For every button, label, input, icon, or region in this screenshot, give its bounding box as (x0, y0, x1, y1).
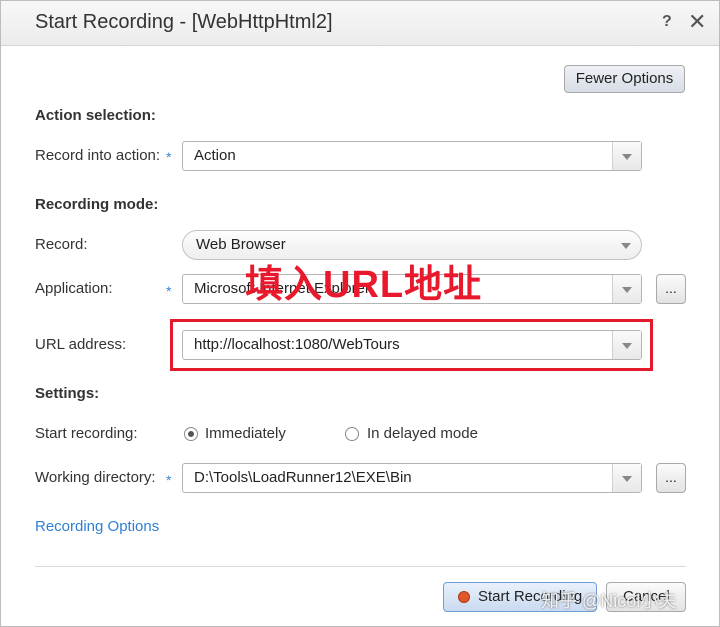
start-recording-label: Start recording: (35, 425, 138, 442)
required-marker: * (166, 149, 172, 165)
close-icon[interactable]: ✕ (688, 9, 706, 35)
divider (35, 566, 686, 567)
record-into-action-combo[interactable]: Action (182, 141, 642, 171)
application-label: Application: (35, 280, 113, 297)
window-title: Start Recording - [WebHttpHtml2] (35, 11, 333, 33)
working-directory-combo[interactable]: D:\Tools\LoadRunner12\EXE\Bin (182, 463, 642, 493)
chevron-down-icon (622, 154, 632, 160)
dropdown-button[interactable] (612, 464, 641, 492)
required-marker: * (166, 472, 172, 488)
record-into-label: Record into action: (35, 147, 161, 164)
record-mode-value: Web Browser (196, 236, 286, 253)
chevron-down-icon (622, 476, 632, 482)
dropdown-button[interactable] (612, 142, 641, 170)
recording-options-link[interactable]: Recording Options (35, 518, 159, 535)
action-selection-heading: Action selection: (35, 107, 156, 124)
record-label: Record: (35, 236, 88, 253)
required-marker: * (166, 283, 172, 299)
fewer-options-button[interactable]: Fewer Options (564, 65, 685, 93)
delayed-mode-label[interactable]: In delayed mode (367, 425, 478, 442)
record-icon (458, 591, 470, 603)
delayed-mode-radio[interactable] (345, 427, 359, 441)
radio-selected-dot (188, 431, 194, 437)
record-into-value: Action (194, 147, 236, 164)
help-icon[interactable]: ? (662, 13, 672, 31)
title-bar: Start Recording - [WebHttpHtml2] ? ✕ (1, 1, 719, 46)
dropdown-button[interactable] (612, 275, 641, 303)
watermark: 知乎 @Nicol小夫 (541, 591, 677, 611)
annotation-text: 填入URL地址 (245, 264, 483, 306)
immediately-radio[interactable] (184, 427, 198, 441)
working-directory-label: Working directory: (35, 469, 156, 486)
chevron-down-icon (622, 287, 632, 293)
working-directory-browse-button[interactable]: ... (656, 463, 686, 493)
start-recording-dialog: Start Recording - [WebHttpHtml2] ? ✕ Few… (0, 0, 720, 627)
settings-heading: Settings: (35, 385, 100, 402)
immediately-label[interactable]: Immediately (205, 425, 286, 442)
application-browse-button[interactable]: ... (656, 274, 686, 304)
chevron-down-icon (621, 243, 631, 249)
recording-mode-heading: Recording mode: (35, 196, 159, 213)
url-highlight-box (170, 319, 653, 371)
working-directory-value: D:\Tools\LoadRunner12\EXE\Bin (194, 469, 412, 486)
url-address-label: URL address: (35, 336, 127, 353)
